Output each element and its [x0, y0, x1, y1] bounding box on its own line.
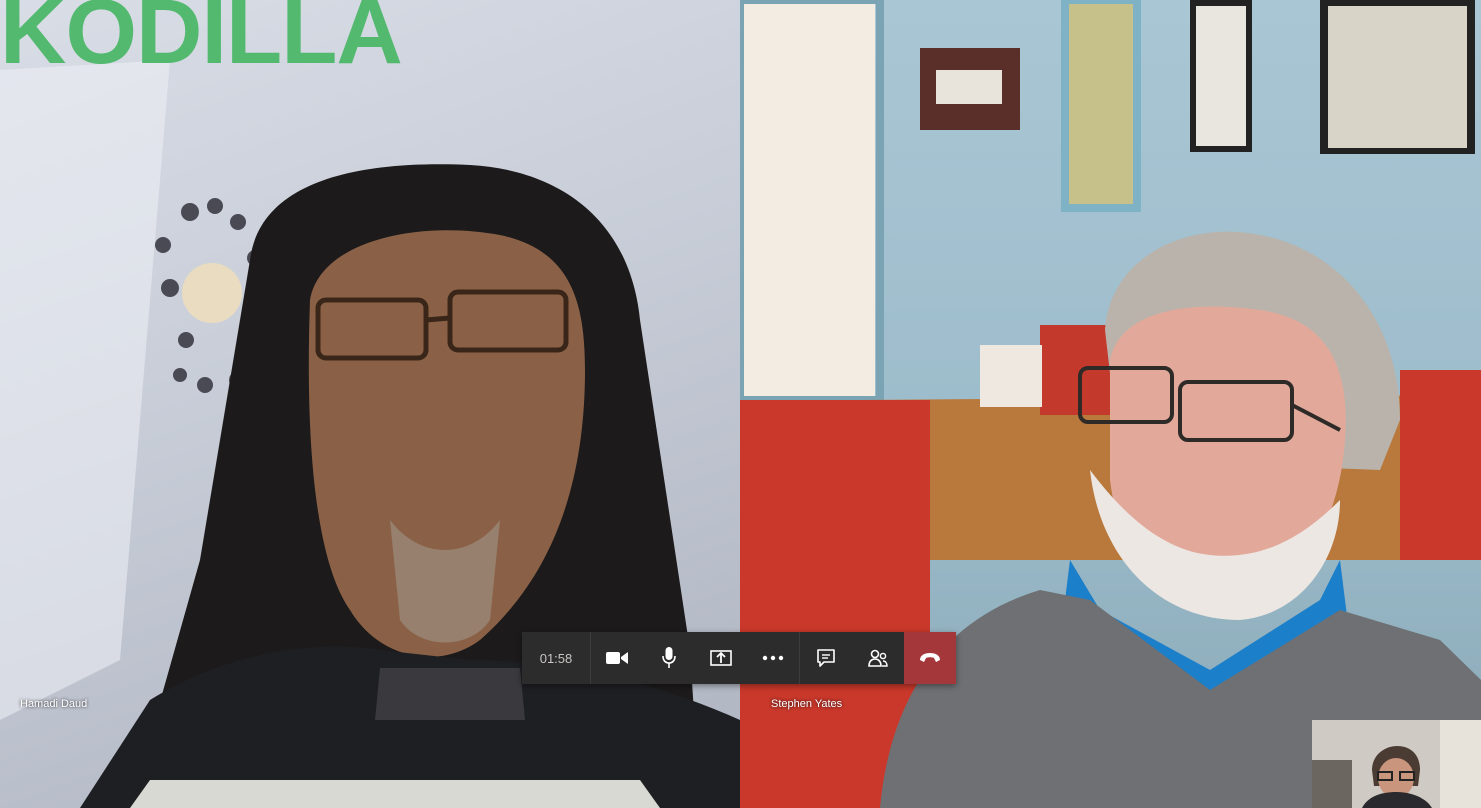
brand-logo: KODILLA	[0, 0, 403, 83]
participant-name-label: Stephen Yates	[771, 698, 843, 710]
participants-button[interactable]	[852, 632, 904, 684]
microphone-icon	[662, 647, 676, 668]
video-feed-left	[0, 60, 740, 808]
call-timer: 01:58	[522, 632, 591, 684]
more-options-button[interactable]	[747, 632, 799, 684]
participant-video-stephen: Stephen Yates	[740, 0, 1481, 808]
microphone-toggle-button[interactable]	[643, 632, 695, 684]
chat-button[interactable]	[800, 632, 852, 684]
video-feed-right	[740, 0, 1481, 808]
self-video-preview[interactable]	[1312, 720, 1481, 808]
hang-up-button[interactable]	[904, 632, 956, 684]
camera-toggle-button[interactable]	[591, 632, 643, 684]
share-screen-button[interactable]	[695, 632, 747, 684]
participant-name-label: Hamadi Daud	[20, 698, 88, 710]
participant-video-hamadi: KODILLA Hamadi Daud	[0, 0, 740, 808]
meeting-stage: KODILLA Hamadi Daud Stephen Yates 01:58	[0, 0, 1481, 808]
call-controls-bar: 01:58	[522, 632, 956, 684]
more-options-icon	[762, 655, 784, 661]
video-camera-icon	[606, 652, 628, 664]
participants-icon	[868, 649, 888, 667]
hang-up-icon	[920, 653, 940, 662]
chat-icon	[817, 649, 835, 667]
self-video-feed	[1312, 720, 1481, 808]
share-screen-icon	[710, 650, 732, 666]
